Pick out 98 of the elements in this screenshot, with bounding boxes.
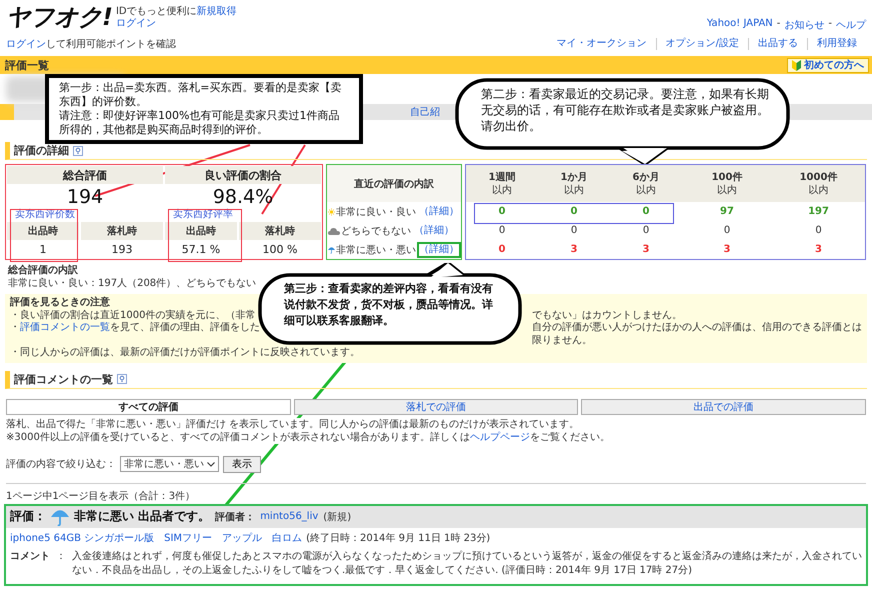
table-cell-text: 3 bbox=[570, 243, 578, 257]
callout-text: 请注意：即使好评率100%也有可能是卖家只卖过1件商品所得的，其他都是购买商品时得到的评价。 bbox=[59, 109, 340, 137]
stat-value: 98.4% bbox=[212, 185, 274, 208]
column-header: 1000件 以内 bbox=[772, 165, 865, 202]
stat-title: 良い評価の割合 bbox=[165, 166, 321, 184]
table-cell-text: 0 bbox=[642, 224, 650, 238]
nav-link[interactable]: 出品する bbox=[748, 38, 807, 50]
table-cell-text: 0 bbox=[498, 205, 506, 219]
notice-text: ・良い評価の割合は直近1000件の実績を元に、（非常 bbox=[10, 310, 256, 322]
notice-text: ・同じ人からの評価は、最新の評価だけが評価ポイントに反映されています。 bbox=[10, 347, 360, 360]
table-cell-text: 193 bbox=[110, 242, 134, 258]
callout-text: 第三步：查看卖家的差评内容，看看有没有说付款不发货，货不对板，赝品等情况。详细可以联系客服翻译。 bbox=[284, 281, 494, 329]
id-promo-text: IDでもっと便利に新規取得 bbox=[116, 6, 237, 18]
signup-link[interactable]: 新規取得 bbox=[196, 6, 237, 17]
tab[interactable]: 落札での評価 bbox=[294, 398, 578, 414]
row-label: 非常に悪い・悪い bbox=[336, 244, 416, 256]
rating-label: 評価： bbox=[10, 508, 46, 525]
global-link[interactable]: ヘルプ bbox=[836, 18, 866, 32]
info-text: 落札、出品で得た「非常に悪い・悪い」評価だけ を表示しています。同じ人からの評価は最新のものだけが表示されています。 bbox=[6, 418, 580, 430]
tab[interactable]: すべての評価 bbox=[6, 398, 291, 414]
table-cell-text: 0 bbox=[722, 224, 732, 238]
table-cell-text: 0 bbox=[814, 224, 823, 238]
info-text: ※3000件以上の評価を受けていると、すべての評価コメントが表示されない場合があります。詳しくはヘルプページをご覧ください。 bbox=[6, 430, 611, 444]
section-title: 評価の詳細 bbox=[14, 143, 69, 158]
nav-link[interactable]: オプション/設定 bbox=[656, 38, 748, 50]
global-link[interactable]: Yahoo! JAPAN bbox=[706, 18, 773, 29]
column-header: 1か月 以内 bbox=[538, 165, 610, 202]
row-label: 非常に良い・良い bbox=[336, 206, 416, 218]
show-button[interactable]: 表示 bbox=[223, 456, 261, 472]
table-cell-text: 57.1 % bbox=[180, 242, 222, 258]
nav-link[interactable]: マイ・オークション bbox=[548, 38, 656, 50]
table-cell-text: 100 % bbox=[262, 242, 298, 258]
table-cell-text: 3 bbox=[642, 243, 650, 257]
breakdown-text: 非常に良い・良い：197人（208件）、どちらでもない bbox=[8, 276, 256, 290]
tab[interactable]: 出品での評価 bbox=[581, 398, 866, 414]
site-logo[interactable]: ヤフオク! bbox=[6, 4, 112, 30]
details-link[interactable]: （詳細） bbox=[417, 204, 461, 220]
separator-text: - bbox=[776, 18, 780, 29]
table-cell-text: 197 bbox=[807, 205, 830, 219]
profile-link[interactable]: 自己紹 bbox=[410, 105, 440, 119]
column-header: 出品時 bbox=[165, 222, 237, 240]
callout-text: 第二步：看卖家最近的交易记录。要注意，如果有长期无交易的话，有可能存在欺诈或者是卖家账户被盗用。请勿出价。 bbox=[481, 86, 770, 134]
column-header: 6か月 以内 bbox=[610, 165, 682, 202]
stat-title: 総合評価 bbox=[7, 166, 163, 184]
stat-value: 194 bbox=[66, 185, 104, 208]
table-cell-text: 97 bbox=[719, 205, 735, 219]
help-page-link[interactable]: ヘルプページ bbox=[470, 432, 530, 442]
umbrella-icon bbox=[51, 508, 69, 526]
page-title: 評価一覧 bbox=[5, 58, 49, 72]
beginner-button[interactable]: 初めての方へ bbox=[787, 58, 869, 72]
table-cell-text: 3 bbox=[722, 243, 732, 257]
details-link[interactable]: （詳細） bbox=[417, 242, 461, 258]
nav-link[interactable]: 利用登録 bbox=[807, 38, 866, 50]
column-header: 出品時 bbox=[7, 222, 79, 240]
column-header: 直近の評価の内訳 bbox=[327, 165, 461, 202]
table-cell-text: 1 bbox=[38, 242, 48, 258]
details-link[interactable]: （詳細） bbox=[412, 222, 456, 238]
help-icon[interactable] bbox=[73, 146, 83, 156]
comment-text: 入金後連絡はとれず，何度も催促したあとスマホの電源が入らなくなったためショップに預けているという返答が，返金の催促をすると返金済みの連絡は来たが，入金されていない．不良品を出品し，その上返金したふりをして嘘をつく.最低です．早く返金してください. (評価日時：2014年 9月 17日 17時 27分) bbox=[72, 550, 862, 578]
notice-text: でもない」はカウントしません。 bbox=[532, 310, 683, 322]
separator-text: - bbox=[828, 18, 832, 29]
end-time-text: (終了日時：2014年 9月 11日 1時 23分) bbox=[306, 532, 490, 544]
section-title: 評価コメントの一覧 bbox=[14, 372, 113, 386]
login-link[interactable]: ログイン bbox=[116, 18, 237, 30]
item-link[interactable]: iphone5 64GB シンガポール版 SIMフリー アップル 白ロム bbox=[10, 530, 302, 544]
table-cell-text: 0 bbox=[498, 243, 506, 257]
rater-label: 評価者： bbox=[215, 510, 256, 524]
filter-select[interactable]: 非常に悪い・悪い bbox=[120, 456, 219, 472]
row-label: どちらでもない bbox=[341, 224, 411, 238]
table-cell-text: 0 bbox=[498, 224, 506, 238]
global-link[interactable]: お知らせ bbox=[784, 18, 824, 32]
login-link[interactable]: ログイン bbox=[6, 39, 46, 50]
notice-text: ・評価コメントの一覧を見て、評価の理由、評価をした bbox=[10, 322, 260, 335]
comments-link[interactable]: 評価コメントの一覧 bbox=[20, 322, 110, 333]
column-header: 100件 以内 bbox=[682, 165, 772, 202]
table-cell-text: 0 bbox=[570, 205, 578, 219]
column-header: 落札時 bbox=[239, 222, 321, 240]
comment-label: コメント bbox=[10, 550, 50, 564]
filter-label: 評価の内容で絞り込む： bbox=[6, 458, 116, 471]
leaf-mark-icon bbox=[792, 60, 801, 70]
help-icon[interactable] bbox=[117, 374, 127, 384]
breakdown-title: 総合評価の内訳 bbox=[8, 264, 78, 276]
column-header: 落札時 bbox=[81, 222, 163, 240]
page-info: 1ページ中1ページ目を表示（合計：3件） bbox=[6, 490, 196, 502]
rater-link[interactable]: minto56_liv bbox=[260, 511, 318, 522]
highlight-frame bbox=[10, 209, 78, 262]
table-cell-text: 0 bbox=[642, 205, 650, 219]
notice-title: 評価を見るときの注意 bbox=[10, 297, 110, 310]
points-text: ログイン して利用可能ポイントを確認 bbox=[6, 38, 176, 51]
cloud-icon bbox=[328, 226, 340, 235]
colon-text: ： bbox=[56, 550, 66, 564]
table-cell-text: 0 bbox=[570, 224, 578, 238]
rating-text: 非常に悪い 出品者です。 bbox=[74, 508, 210, 525]
table-cell-text: 3 bbox=[814, 243, 823, 257]
column-header: 1週間 以内 bbox=[466, 165, 538, 202]
callout-text: 第一步：出品=卖东西。落札=买东西。要看的是卖家【卖东西】的评价数。 bbox=[59, 81, 342, 109]
notice-text: 自分の評価が悪い人がつけたほかの人への評価は、信用のできる評価とは限りません。 bbox=[532, 322, 862, 347]
rater-note: (新規) bbox=[323, 510, 352, 524]
